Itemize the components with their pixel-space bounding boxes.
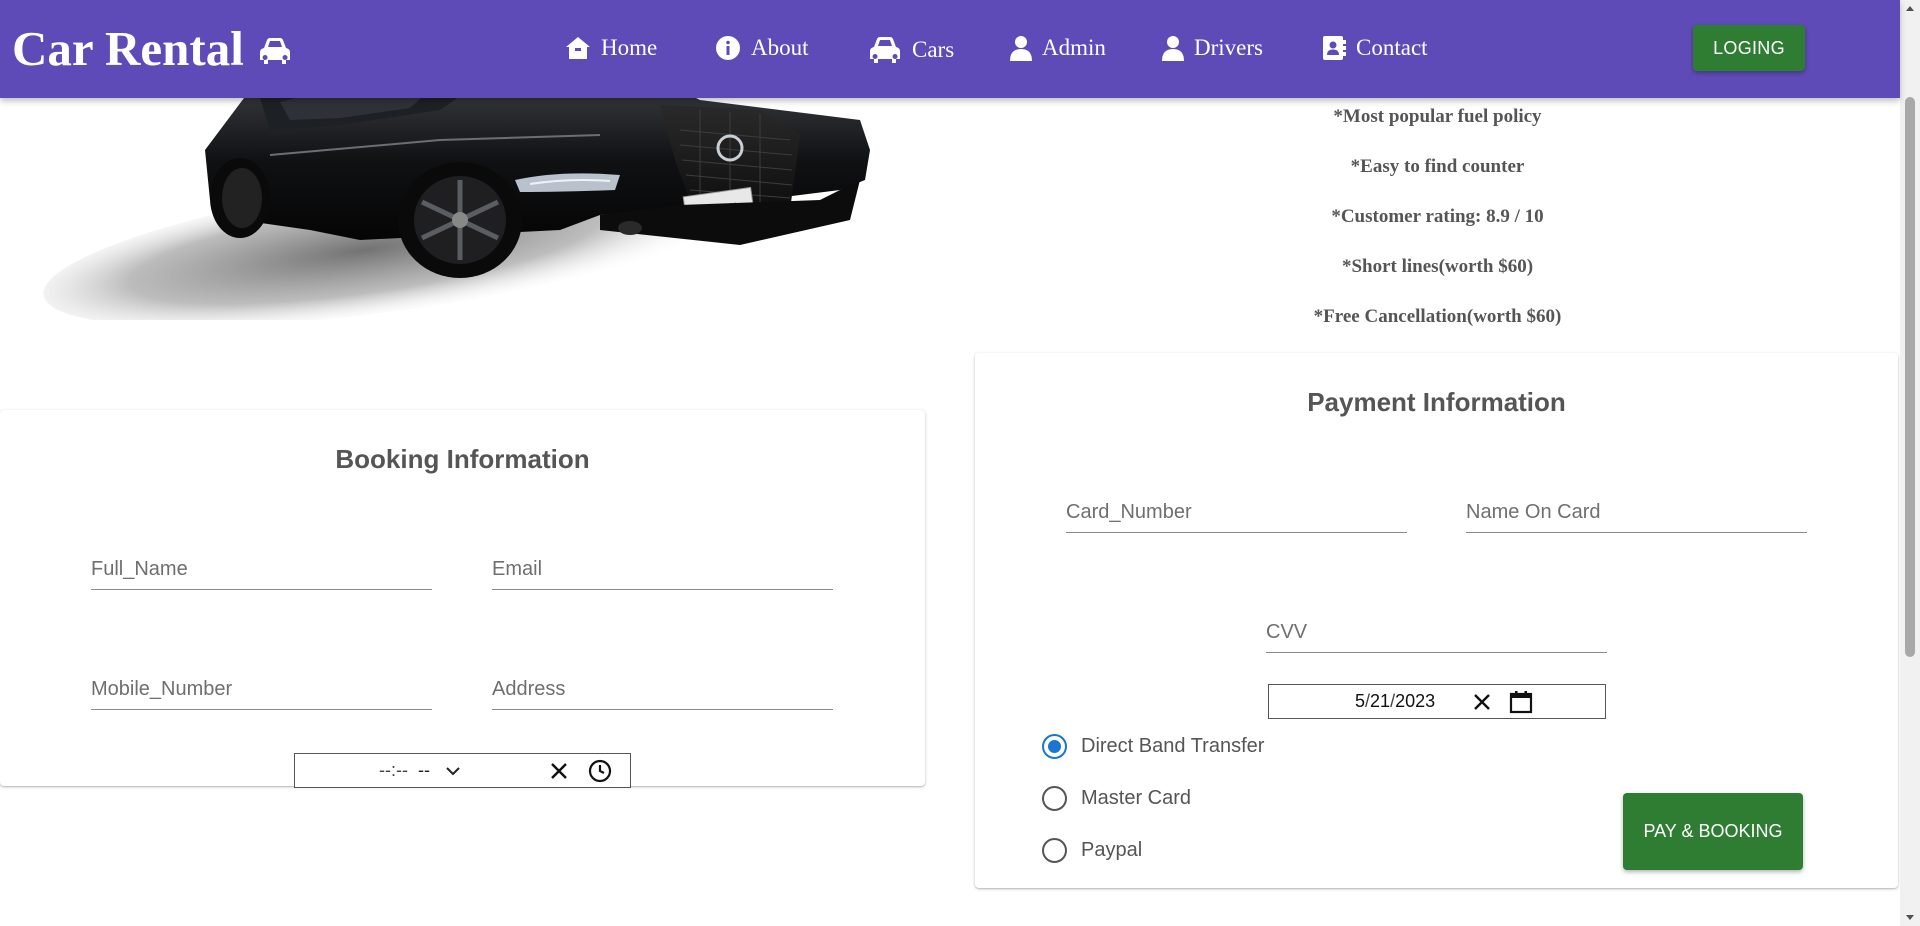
booking-title: Booking Information: [335, 444, 590, 474]
booking-card: Booking Information --:-- --: [0, 410, 925, 788]
scroll-down-icon[interactable]: [1900, 909, 1920, 926]
cvv-field[interactable]: [1266, 613, 1607, 653]
nav-home-label: Home: [601, 35, 658, 60]
nav-about-label: About: [751, 35, 809, 60]
feature-item: *Easy to find counter: [1350, 156, 1525, 177]
feature-list: *Most popular fuel policy *Easy to find …: [1000, 100, 1875, 350]
payment-method-label: Direct Band Transfer: [1081, 734, 1265, 757]
name-on-card-field[interactable]: [1466, 493, 1807, 533]
car-icon: [870, 37, 900, 63]
mobile-number-field[interactable]: [91, 670, 432, 710]
feature-item: *Free Cancellation(worth $60): [1313, 306, 1562, 327]
full-name-input[interactable]: [91, 550, 432, 588]
pay-and-booking-button[interactable]: PAY & BOOKING: [1623, 793, 1803, 870]
scroll-up-icon[interactable]: [1900, 0, 1920, 17]
payment-card: Payment Information 5 / 21 / 2023 Direct…: [975, 353, 1898, 888]
date-input[interactable]: 5 / 21 / 2023: [1268, 684, 1606, 719]
time-value: --:--: [379, 760, 408, 780]
nav-home[interactable]: Home: [565, 28, 657, 68]
nav-about[interactable]: About: [715, 28, 809, 68]
email-field[interactable]: [492, 550, 833, 590]
feature-item: *Short lines(worth $60): [1341, 256, 1534, 277]
nav-drivers-label: Drivers: [1194, 35, 1263, 60]
mobile-number-input[interactable]: [91, 670, 432, 708]
scroll-thumb[interactable]: [1905, 97, 1915, 657]
person-icon: [1010, 36, 1032, 61]
address-input[interactable]: [492, 670, 833, 708]
info-icon: [716, 36, 740, 60]
navbar: Car Rental Home About Cars Admin Drivers…: [0, 0, 1900, 98]
car-icon: [259, 38, 290, 64]
payment-title: Payment Information: [1307, 387, 1566, 417]
nav-contact[interactable]: Contact: [1322, 28, 1428, 68]
card-number-field[interactable]: [1066, 493, 1407, 533]
brand[interactable]: Car Rental: [12, 18, 292, 78]
payment-method-label: Master Card: [1081, 786, 1192, 809]
nav-cars-label: Cars: [912, 37, 955, 62]
contact-icon: [1323, 36, 1346, 60]
name-on-card-input[interactable]: [1466, 493, 1807, 531]
payment-method-paypal[interactable]: Paypal: [1042, 835, 1142, 865]
calendar-icon[interactable]: [1509, 690, 1533, 714]
payment-method-label: Paypal: [1081, 838, 1143, 861]
feature-item: *Customer rating: 8.9 / 10: [1331, 206, 1544, 227]
date-day[interactable]: 21: [1370, 691, 1390, 712]
clear-icon[interactable]: [550, 762, 568, 780]
date-month[interactable]: 5: [1355, 691, 1365, 712]
cvv-input[interactable]: [1266, 613, 1607, 651]
login-button[interactable]: LOGING: [1693, 25, 1805, 71]
date-year[interactable]: 2023: [1395, 691, 1435, 712]
brand-title: Car Rental: [12, 20, 244, 76]
nav-admin-label: Admin: [1042, 35, 1106, 60]
time-input[interactable]: --:-- --: [294, 753, 631, 788]
payment-method-master-card[interactable]: Master Card: [1042, 783, 1191, 813]
nav-drivers[interactable]: Drivers: [1162, 28, 1263, 68]
full-name-field[interactable]: [91, 550, 432, 590]
card-number-input[interactable]: [1066, 493, 1407, 531]
payment-method-direct-bank[interactable]: Direct Band Transfer: [1042, 731, 1264, 761]
clock-icon[interactable]: [588, 759, 612, 783]
nav-contact-label: Contact: [1356, 35, 1428, 60]
address-field[interactable]: [492, 670, 833, 710]
radio-unchecked[interactable]: [1042, 837, 1067, 863]
clear-icon[interactable]: [1473, 693, 1491, 711]
home-icon: [566, 37, 590, 59]
car-image: CROWN: [40, 80, 880, 327]
person-icon: [1162, 36, 1184, 61]
email-input[interactable]: [492, 550, 833, 588]
radio-unchecked[interactable]: [1042, 785, 1067, 811]
radio-checked[interactable]: [1042, 733, 1067, 759]
nav-admin[interactable]: Admin: [1010, 28, 1106, 68]
nav-cars[interactable]: Cars: [868, 30, 954, 70]
chevron-down-icon[interactable]: [446, 766, 460, 776]
feature-item: *Most popular fuel policy: [1333, 106, 1542, 127]
scrollbar[interactable]: [1900, 0, 1920, 926]
time-period[interactable]: --: [418, 760, 430, 781]
